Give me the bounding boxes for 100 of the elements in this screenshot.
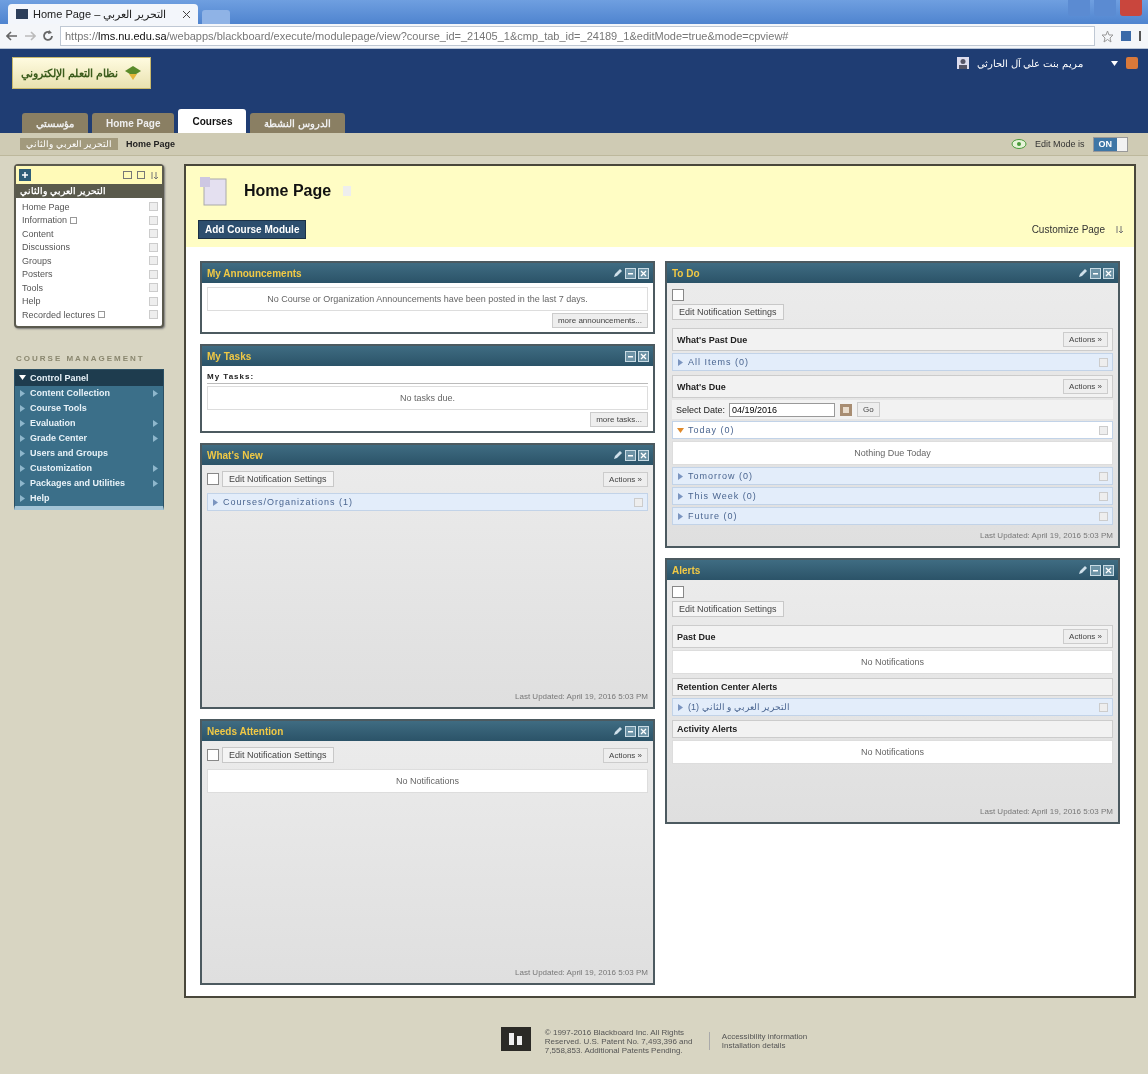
module-title: What's New — [207, 449, 263, 461]
expand-icon — [677, 472, 684, 480]
control-panel-item[interactable]: Evaluation — [15, 415, 163, 431]
group-row[interactable]: Future (0) — [672, 507, 1113, 525]
edit-settings-button[interactable]: Edit Notification Settings — [222, 471, 334, 487]
nav-tab[interactable]: Courses — [178, 109, 247, 133]
actions-button[interactable]: Actions » — [1063, 629, 1108, 644]
actions-button[interactable]: Actions » — [603, 747, 648, 763]
actions-button[interactable]: Actions » — [1063, 379, 1108, 394]
control-panel-item[interactable]: Help — [15, 490, 163, 506]
checkbox-icon[interactable] — [672, 289, 684, 301]
notice-text: No Notifications — [207, 769, 648, 793]
expand-icon — [677, 512, 684, 520]
sort-icon[interactable] — [150, 170, 159, 180]
pencil-icon[interactable] — [613, 267, 623, 278]
add-icon[interactable] — [19, 169, 31, 181]
breadcrumb-current: Home Page — [126, 139, 176, 149]
notice-text: No Course or Organization Announcements have been posted in the last 7 days. — [207, 287, 648, 311]
section-title: What's Past Due — [677, 334, 748, 345]
minimize-icon[interactable] — [625, 449, 636, 461]
caret-icon[interactable] — [1111, 59, 1118, 67]
checkbox-icon[interactable] — [207, 473, 219, 485]
menu-item[interactable]: Discussions — [16, 240, 162, 254]
back-icon[interactable] — [6, 30, 18, 42]
collapse-icon — [19, 374, 26, 381]
menu-item[interactable]: Information — [16, 213, 162, 227]
minimize-icon[interactable] — [1090, 564, 1101, 576]
control-panel-item[interactable]: Content Collection — [15, 385, 163, 401]
page-title: Home Page — [244, 182, 332, 200]
go-button[interactable]: Go — [857, 402, 880, 417]
control-panel-item[interactable]: Customization — [15, 460, 163, 476]
section-heading: COURSE MANAGEMENT — [16, 353, 146, 363]
control-panel-item[interactable]: Grade Center — [15, 430, 163, 446]
group-row[interactable]: التحرير العربي و الثاني (1) — [672, 698, 1113, 716]
checkbox-icon[interactable] — [672, 586, 684, 598]
user-name[interactable]: مريم بنت علي آل الحارثي — [976, 57, 1083, 69]
menu-item[interactable]: Tools — [16, 281, 162, 295]
group-label: Today (0) — [688, 425, 735, 435]
add-module-button[interactable]: Add Course Module — [198, 220, 307, 239]
expand-icon — [677, 358, 684, 366]
actions-button[interactable]: Actions » — [603, 471, 648, 487]
reload-icon[interactable] — [42, 30, 54, 42]
sort-icon[interactable] — [1115, 225, 1124, 234]
minimize-icon[interactable] — [625, 350, 636, 362]
group-row[interactable]: All Items (0) — [672, 353, 1113, 371]
checkbox-icon[interactable] — [207, 749, 219, 761]
minimize-icon[interactable] — [1090, 267, 1101, 279]
menu-item[interactable]: Recorded lectures — [16, 308, 162, 322]
eye-icon[interactable] — [1010, 138, 1027, 150]
edit-settings-button[interactable]: Edit Notification Settings — [672, 304, 784, 320]
notice-text: Nothing Due Today — [672, 441, 1113, 465]
star-icon[interactable] — [1101, 29, 1114, 43]
footer-link[interactable]: Installation details — [721, 1041, 808, 1050]
last-updated-text: Last Updated: April 19, 2016 5:03 PM — [514, 691, 648, 703]
notice-text: No tasks due. — [207, 386, 648, 410]
pencil-icon[interactable] — [1078, 564, 1088, 575]
copyright-text: © 1997-2016 Blackboard Inc. All Rights Reserved. U.S. Patent No. 7,493,396 and 7,558,853. Additional Patents Pending. — [544, 1027, 694, 1055]
address-field[interactable]: https://lms.nu.edu.sa/webapps/blackboard/execute/modulepage/view?course_id=_21405_1&cmp_tab_id=_24189_1&editMode=true&mode=cpview# — [60, 26, 1095, 46]
customize-link[interactable]: Customize Page — [1031, 224, 1105, 235]
pencil-icon[interactable] — [613, 449, 623, 460]
page-icon — [16, 9, 28, 19]
window-icon[interactable] — [137, 170, 145, 179]
menu-item[interactable]: Home Page — [16, 200, 162, 214]
edit-settings-button[interactable]: Edit Notification Settings — [222, 747, 334, 763]
control-panel-item[interactable]: Course Tools — [15, 400, 163, 416]
group-label: Courses/Organizations (1) — [223, 497, 354, 507]
module-title: Needs Attention — [207, 725, 284, 737]
pencil-icon[interactable] — [1078, 267, 1088, 278]
module-title: My Announcements — [207, 267, 302, 279]
submenu-icon — [152, 389, 159, 397]
group-row[interactable]: This Week (0) — [672, 487, 1113, 505]
menu-item[interactable]: Help — [16, 294, 162, 308]
control-panel-item[interactable]: Users and Groups — [15, 445, 163, 461]
menu-item[interactable]: Content — [16, 227, 162, 241]
course-title: التحرير العربي والثاني — [16, 184, 162, 198]
more-button[interactable]: more tasks... — [590, 412, 648, 427]
date-field[interactable]: 04/19/2016 — [729, 402, 836, 417]
group-row[interactable]: Today (0) — [672, 421, 1113, 439]
subheading: My Tasks: — [207, 370, 648, 384]
actions-button[interactable]: Actions » — [1063, 332, 1108, 347]
minimize-icon[interactable] — [625, 267, 636, 279]
edit-settings-button[interactable]: Edit Notification Settings — [672, 601, 784, 617]
browser-tab[interactable]: Home Page – التحرير العربي — [8, 4, 198, 24]
menu-item[interactable]: Groups — [16, 254, 162, 268]
pencil-icon[interactable] — [613, 725, 623, 736]
more-button[interactable]: more announcements... — [551, 313, 648, 328]
minimize-icon[interactable] — [625, 725, 636, 737]
expand-icon — [212, 498, 219, 506]
edit-mode-toggle[interactable]: ON — [1092, 136, 1128, 152]
group-row[interactable]: Courses/Organizations (1) — [207, 493, 648, 511]
menu-item[interactable]: Posters — [16, 267, 162, 281]
close-icon[interactable] — [183, 10, 190, 18]
footer-link[interactable]: Accessibility information — [721, 1032, 808, 1041]
control-panel-item[interactable]: Packages and Utilities — [15, 475, 163, 491]
module-title: To Do — [672, 267, 700, 279]
notice-text: No Notifications — [672, 650, 1113, 674]
calendar-icon[interactable] — [839, 402, 854, 417]
group-row[interactable]: Tomorrow (0) — [672, 467, 1113, 485]
tab-title: Home Page – التحرير العربي — [33, 7, 167, 21]
control-panel-item[interactable]: Control Panel — [15, 369, 163, 386]
